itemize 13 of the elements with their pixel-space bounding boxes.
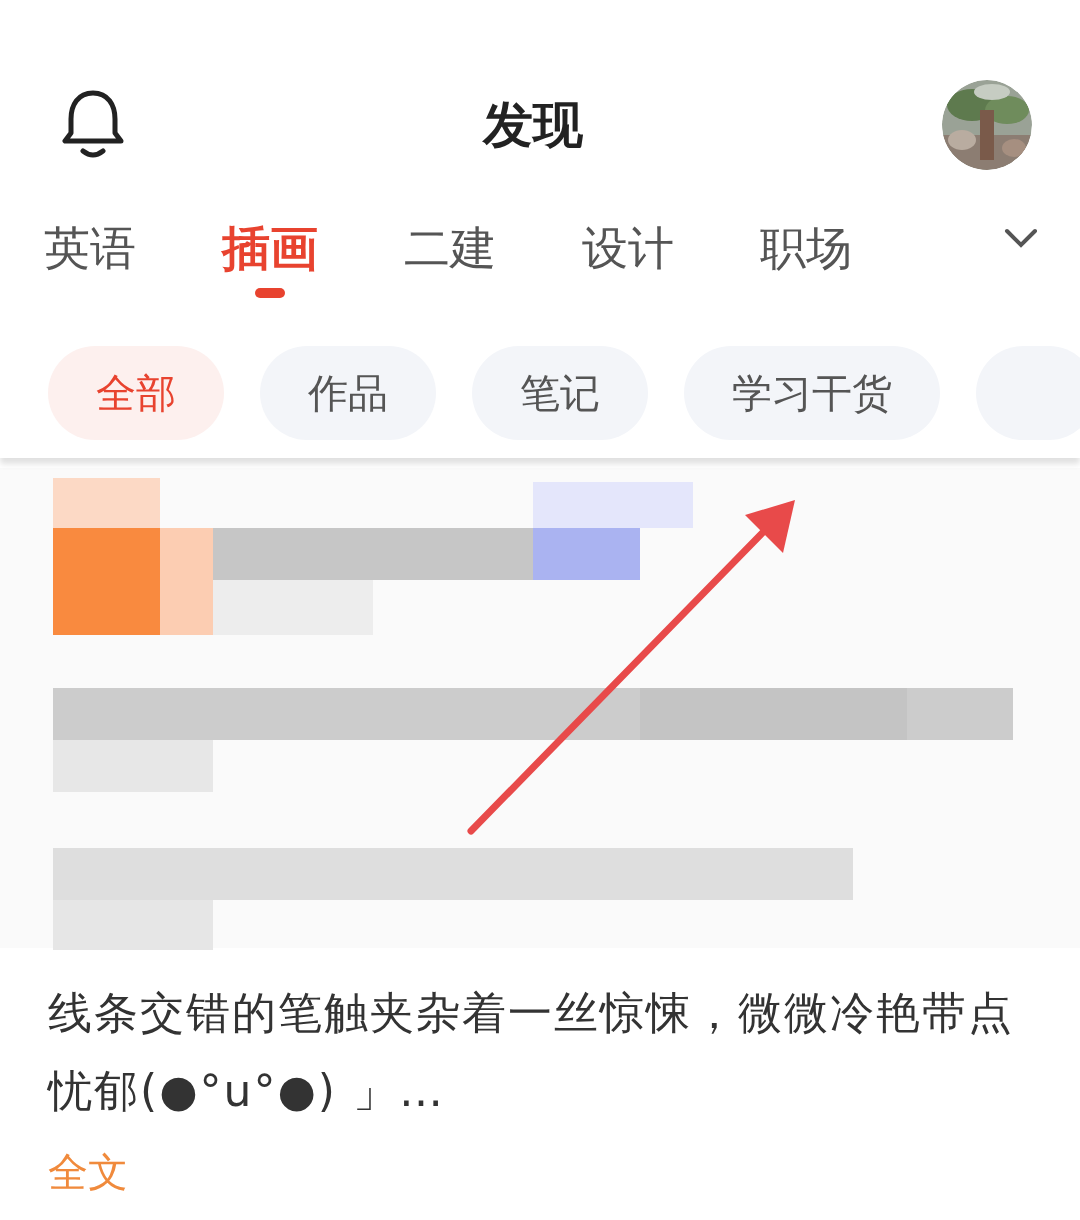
category-tab[interactable]: 二建 [404, 218, 496, 302]
category-tab[interactable]: 英语 [44, 218, 136, 302]
category-tab[interactable]: 职场 [760, 218, 852, 302]
post-text: 线条交错的笔触夹杂着一丝惊悚，微微冷艳带点忧郁(●°u°●) 」… [48, 986, 1015, 1118]
notification-bell-icon[interactable] [62, 89, 124, 161]
filter-chip[interactable]: 学习干货 [684, 346, 940, 440]
filter-chip[interactable]: 作品 [260, 346, 436, 440]
filter-chip[interactable]: 笔记 [472, 346, 648, 440]
page-title: 发现 [483, 100, 583, 150]
category-tab[interactable]: 设计 [582, 218, 674, 302]
chevron-down-icon[interactable] [1004, 228, 1038, 248]
filter-chip[interactable]: 全部 [48, 346, 224, 440]
category-tab[interactable]: 插画 [222, 218, 318, 302]
